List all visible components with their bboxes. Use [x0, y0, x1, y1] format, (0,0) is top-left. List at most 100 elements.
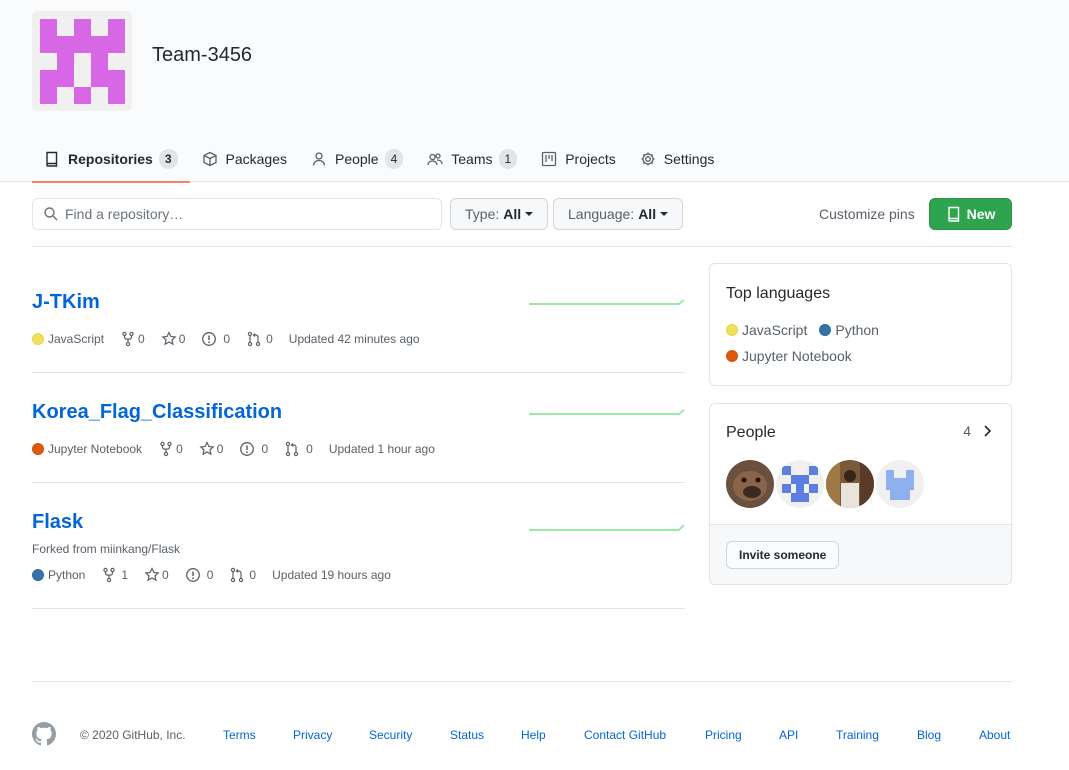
avatar[interactable] [726, 460, 774, 508]
people-title: People [726, 424, 776, 441]
fork-icon [101, 567, 117, 583]
fork-count: 0 [176, 442, 183, 456]
footer-link-training[interactable]: Training [836, 728, 879, 742]
footer-link-api[interactable]: API [779, 728, 798, 742]
footer-link-terms[interactable]: Terms [223, 728, 256, 742]
org-avatar [32, 11, 132, 111]
caret-down-icon [525, 212, 534, 216]
person-icon [311, 151, 327, 167]
language-filter-button[interactable]: Language: All [553, 198, 684, 230]
tab-label: Packages [225, 151, 287, 167]
customize-pins-link[interactable]: Customize pins [819, 206, 915, 222]
updated-time: Updated 1 hour ago [328, 442, 435, 456]
footer-link-pricing[interactable]: Pricing [705, 728, 742, 742]
tab-label: Repositories [68, 151, 153, 167]
star-count: 0 [162, 568, 169, 582]
activity-sparkline [529, 409, 685, 415]
language-filter-python[interactable]: Python [819, 322, 879, 338]
stars-link[interactable]: 0 [144, 567, 169, 583]
language-color-dot [32, 333, 44, 345]
forks-link[interactable]: 0 [120, 331, 145, 347]
tab-teams[interactable]: Teams 1 [415, 136, 529, 182]
repo-name-link[interactable]: J-TKim [32, 291, 100, 314]
org-tabs: Repositories 3 Packages People 4 Teams 1 [32, 136, 727, 183]
repo-meta: JavaScript 0 0 0 0 Updated 42 minutes ag… [32, 331, 436, 347]
language-name: JavaScript [48, 332, 105, 346]
repo-item: J-TKim JavaScript 0 0 0 0 Updated 42 min… [32, 264, 685, 373]
new-repo-button[interactable]: New [929, 198, 1012, 230]
chevron-right-icon [979, 423, 995, 439]
people-icon [427, 151, 443, 167]
repo-icon [44, 151, 60, 167]
forks-link[interactable]: 1 [101, 567, 128, 583]
tab-settings[interactable]: Settings [628, 136, 727, 182]
tab-label: Settings [663, 151, 715, 167]
tab-counter: 4 [384, 149, 404, 169]
language-color-dot [726, 324, 738, 336]
member-avatars [726, 460, 926, 508]
project-icon [541, 151, 557, 167]
invite-someone-button[interactable]: Invite someone [726, 541, 840, 569]
footer-link-blog[interactable]: Blog [917, 728, 941, 742]
star-count: 0 [178, 332, 186, 346]
pull-requests-link[interactable]: 0 [284, 441, 313, 457]
people-count-link[interactable]: 4 [963, 423, 995, 439]
issues-link[interactable]: 0 [201, 331, 230, 347]
language-color-dot [819, 324, 832, 336]
repo-language: JavaScript [32, 332, 104, 346]
repo-item: Flask Forked from miinkang/Flask Python … [32, 483, 685, 609]
forks-link[interactable]: 0 [158, 441, 183, 457]
tab-packages[interactable]: Packages [190, 136, 299, 182]
issue-icon [185, 567, 201, 583]
issues-link[interactable]: 0 [185, 567, 214, 583]
tab-people[interactable]: People 4 [299, 136, 415, 182]
pull-requests-link[interactable]: 0 [229, 567, 256, 583]
repo-toolbar: Type: All Language: All Customize pins N… [32, 198, 1012, 230]
repo-meta: Python 1 0 0 0 Updated 19 hours ago [32, 567, 407, 583]
type-filter-button[interactable]: Type: All [450, 198, 549, 230]
org-header: Team-3456 Repositories 3 Packages People… [0, 0, 1069, 183]
footer-link-about[interactable]: About [979, 728, 1010, 742]
gear-icon [640, 151, 656, 167]
star-icon [144, 567, 160, 583]
issue-count: 0 [206, 568, 214, 582]
footer-link-status[interactable]: Status [450, 728, 484, 742]
avatar[interactable] [826, 460, 874, 508]
search-input[interactable] [65, 206, 425, 222]
tab-counter: 1 [498, 149, 518, 169]
stars-link[interactable]: 0 [199, 441, 223, 457]
repo-name-link[interactable]: Korea_Flag_Classification [32, 401, 282, 424]
repo-icon [946, 206, 962, 222]
forked-from-text: Forked from miinkang/Flask [32, 542, 181, 556]
language-filter-jupyter[interactable]: Jupyter Notebook [726, 348, 852, 364]
repo-name-link[interactable]: Flask [32, 511, 83, 534]
search-box [32, 198, 442, 230]
issue-icon [201, 331, 217, 347]
footer-link-security[interactable]: Security [369, 728, 412, 742]
pull-requests-link[interactable]: 0 [246, 331, 273, 347]
updated-time: Updated 42 minutes ago [288, 332, 420, 346]
tab-projects[interactable]: Projects [529, 136, 628, 182]
fork-icon [120, 331, 136, 347]
people-box: People 4 Invite someone [709, 403, 1012, 585]
issues-link[interactable]: 0 [239, 441, 268, 457]
star-icon [161, 331, 177, 347]
avatar[interactable] [776, 460, 824, 508]
activity-sparkline [529, 299, 685, 305]
footer-divider [32, 681, 1012, 682]
stars-link[interactable]: 0 [161, 331, 186, 347]
pull-request-icon [284, 441, 300, 457]
github-logo-icon[interactable] [32, 722, 56, 746]
org-name: Team-3456 [152, 44, 253, 66]
avatar[interactable] [876, 460, 924, 508]
footer-link-privacy[interactable]: Privacy [293, 728, 332, 742]
footer-link-help[interactable]: Help [521, 728, 546, 742]
pr-count: 0 [249, 568, 257, 582]
repo-language: Python [32, 568, 85, 582]
language-filter-javascript[interactable]: JavaScript [726, 322, 807, 338]
tab-repositories[interactable]: Repositories 3 [32, 136, 190, 183]
pr-count: 0 [306, 442, 313, 456]
footer-link-contact[interactable]: Contact GitHub [584, 728, 666, 742]
activity-sparkline [529, 524, 685, 531]
language-name: Jupyter Notebook [742, 348, 852, 364]
